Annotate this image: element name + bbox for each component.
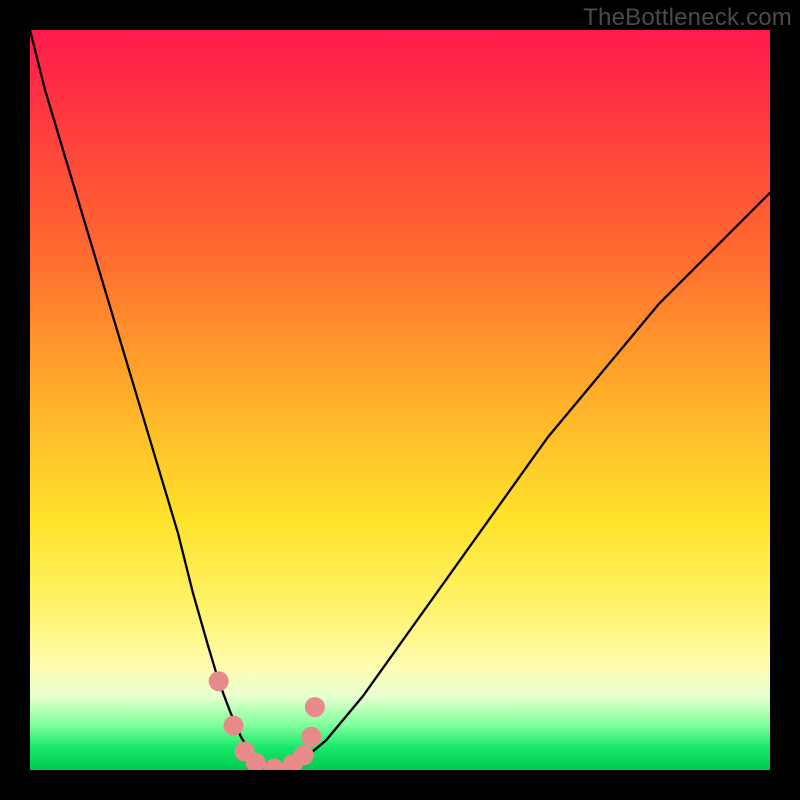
- plot-area: [30, 30, 770, 770]
- highlight-dots: [209, 671, 325, 770]
- chart-frame: TheBottleneck.com: [0, 0, 800, 800]
- bottleneck-curve-svg: [30, 30, 770, 770]
- bottleneck-curve-path: [30, 30, 770, 769]
- watermark-text: TheBottleneck.com: [583, 4, 792, 32]
